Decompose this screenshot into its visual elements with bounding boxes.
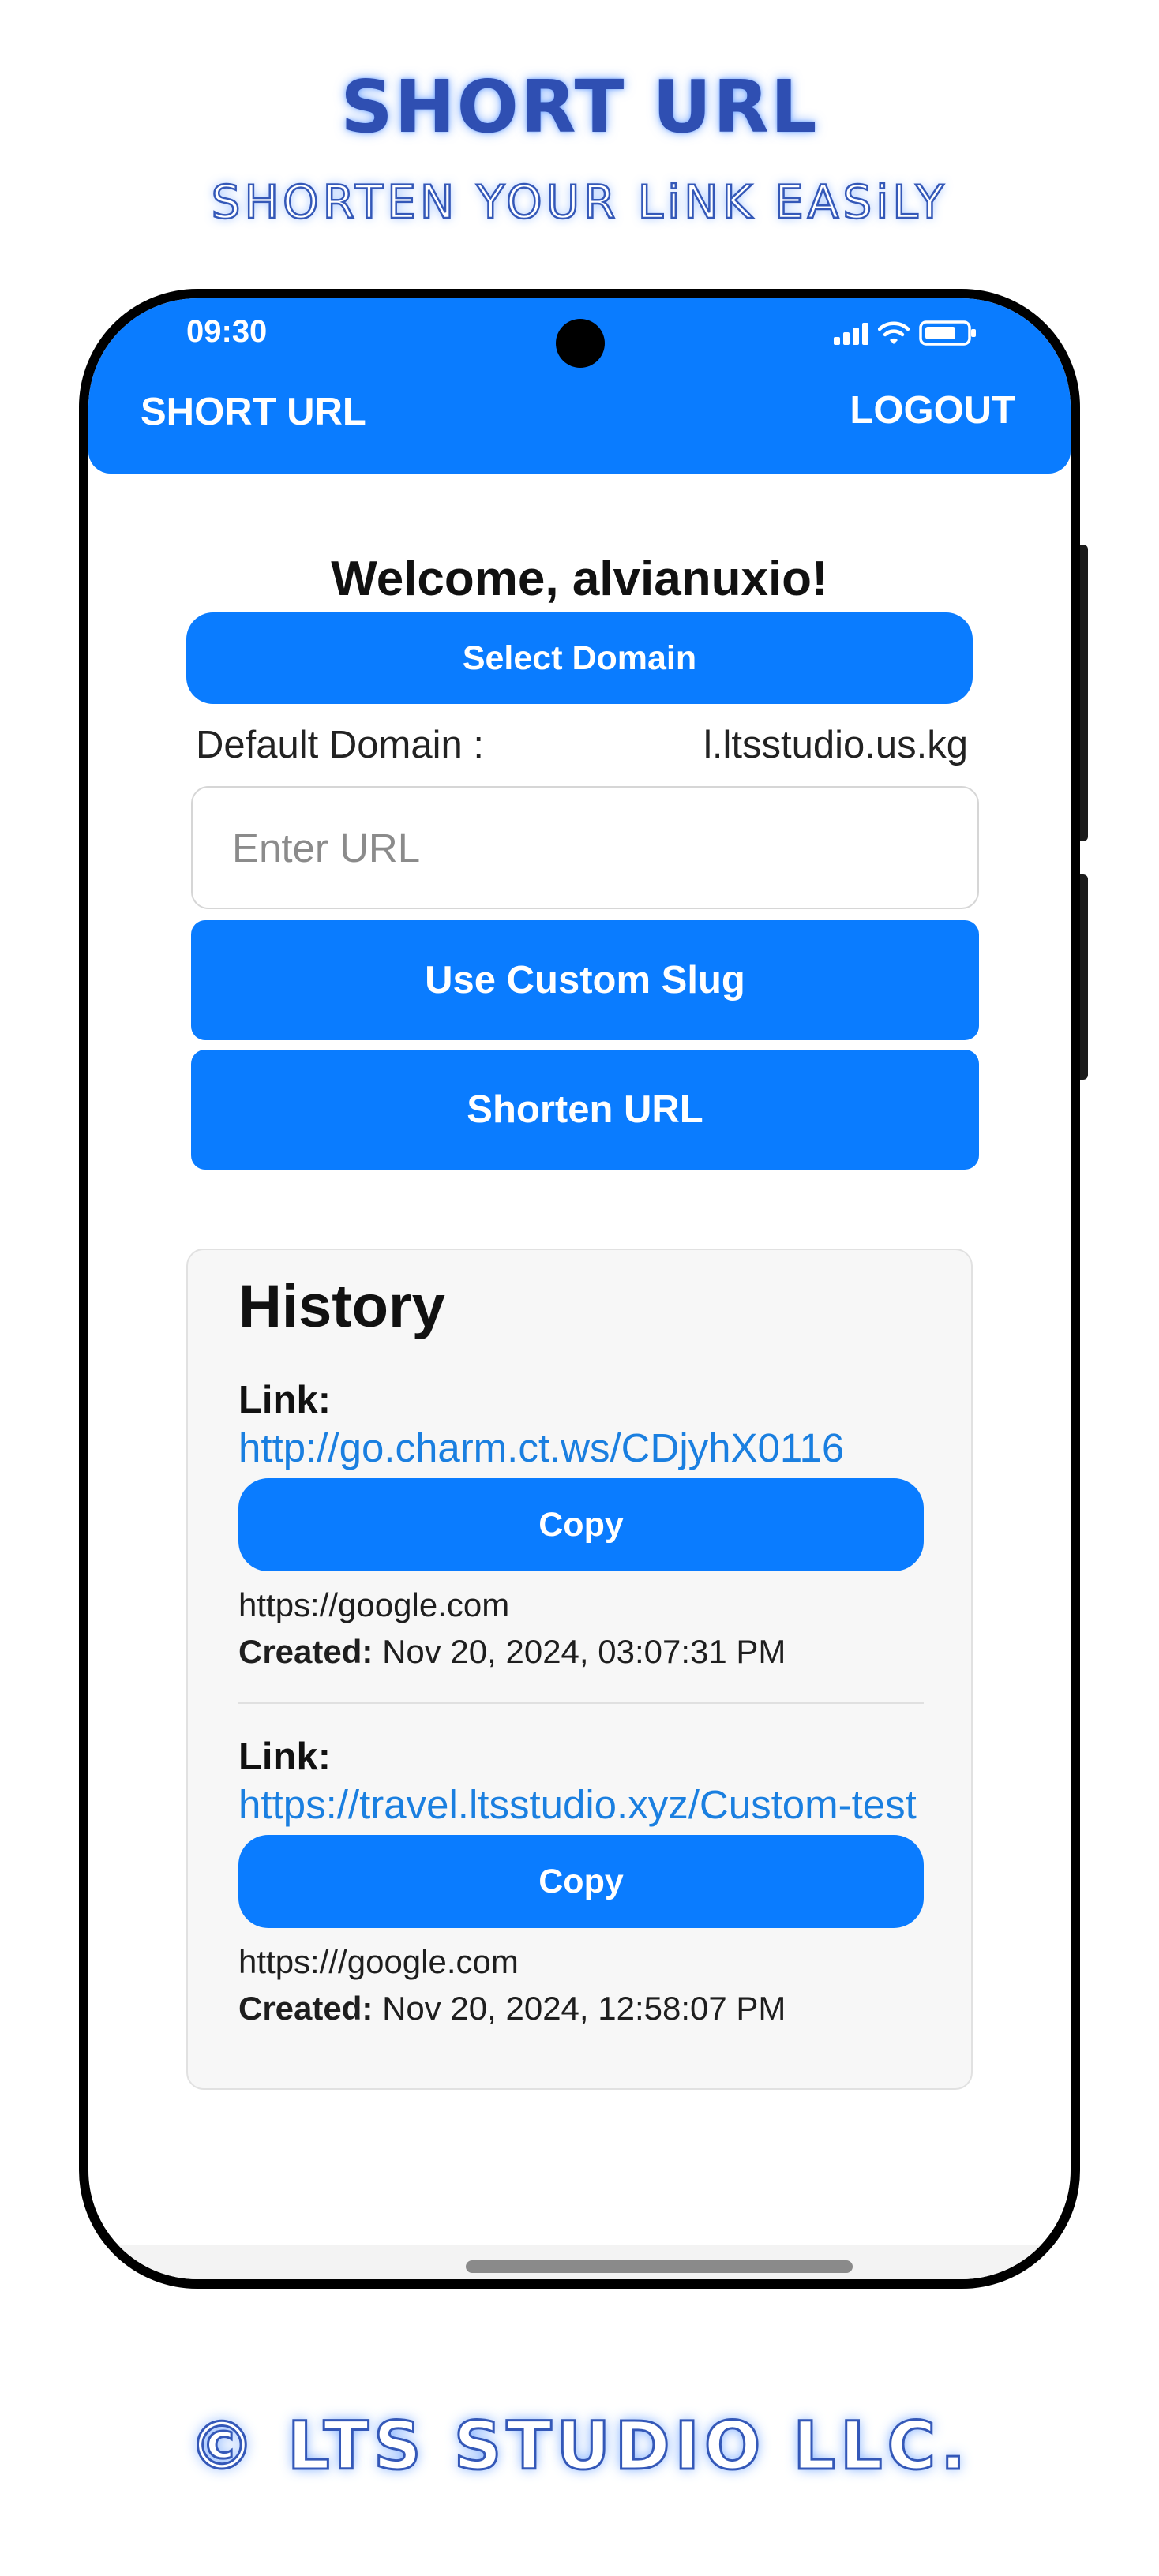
history-item: Link: http://go.charm.ct.ws/CDjyhX0116 C… xyxy=(238,1376,924,1676)
history-panel: History Link: http://go.charm.ct.ws/CDjy… xyxy=(186,1249,973,2090)
app-title: SHORT URL xyxy=(141,391,366,433)
promo-subtitle: SHORTEN YOUR LiNK EASiLY xyxy=(210,174,948,230)
promo-page: SHORT URL SHORTEN YOUR LiNK EASiLY 09:30 xyxy=(0,0,1159,2576)
use-custom-slug-button[interactable]: Use Custom Slug xyxy=(191,920,979,1040)
shorten-url-button[interactable]: Shorten URL xyxy=(191,1050,979,1170)
short-link[interactable]: http://go.charm.ct.ws/CDjyhX0116 xyxy=(238,1424,924,1472)
default-domain-label: Default Domain : xyxy=(196,724,484,766)
status-time: 09:30 xyxy=(186,314,268,349)
history-item: Link: https://travel.ltsstudio.xyz/Custo… xyxy=(238,1733,924,2032)
history-divider xyxy=(238,1702,924,1704)
signal-icon xyxy=(834,321,868,345)
promo-footer: © LTS STUDIO LLC. xyxy=(187,2406,971,2486)
home-indicator[interactable] xyxy=(466,2260,853,2273)
app-bar: 09:30 SHORT URL LOGOUT xyxy=(88,298,1071,474)
status-icons xyxy=(834,316,977,350)
welcome-message: Welcome, alvianuxio! xyxy=(331,552,828,606)
copy-button[interactable]: Copy xyxy=(238,1478,924,1571)
copy-button[interactable]: Copy xyxy=(238,1835,924,1928)
battery-icon xyxy=(919,320,977,346)
logout-button[interactable]: LOGOUT xyxy=(850,388,1015,432)
link-label: Link: xyxy=(238,1735,332,1778)
camera-cutout xyxy=(556,319,605,368)
link-label: Link: xyxy=(238,1379,332,1421)
phone-frame: 09:30 SHORT URL LOGOUT Welcome, alvianux… xyxy=(79,289,1080,2289)
original-url: https:///google.com xyxy=(238,1943,519,1980)
short-link[interactable]: https://travel.ltsstudio.xyz/Custom-test xyxy=(238,1780,924,1829)
history-title: History xyxy=(238,1273,445,1340)
default-domain-value: l.ltsstudio.us.kg xyxy=(703,724,968,766)
promo-title: SHORT URL xyxy=(340,65,819,149)
created-label: Created: xyxy=(238,1633,373,1670)
created-value: Nov 20, 2024, 03:07:31 PM xyxy=(382,1633,786,1670)
created-date: Created: Nov 20, 2024, 12:58:07 PM xyxy=(238,1985,924,2032)
wifi-icon xyxy=(878,320,910,346)
created-label: Created: xyxy=(238,1990,373,2027)
created-date: Created: Nov 20, 2024, 03:07:31 PM xyxy=(238,1628,924,1676)
created-value: Nov 20, 2024, 12:58:07 PM xyxy=(382,1990,786,2027)
select-domain-button[interactable]: Select Domain xyxy=(186,612,973,704)
original-url: https://google.com xyxy=(238,1586,510,1623)
url-input[interactable] xyxy=(191,786,979,909)
